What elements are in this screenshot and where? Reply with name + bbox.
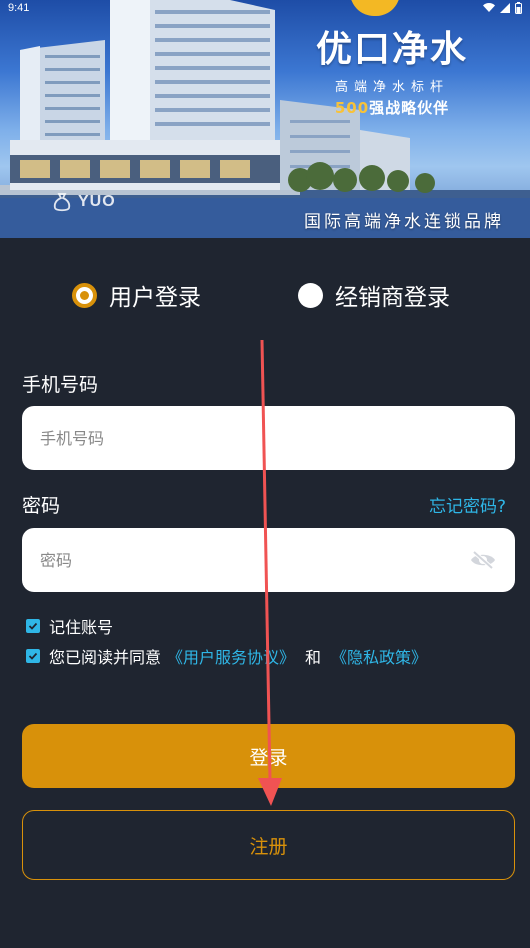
remember-account-row[interactable]: 记住账号 (26, 614, 113, 638)
dealer-login-option[interactable]: 经销商登录 (298, 278, 450, 312)
partner-number: 500 (334, 99, 370, 117)
eye-hidden-icon[interactable] (469, 549, 497, 571)
user-login-option[interactable]: 用户登录 (72, 278, 201, 312)
forgot-password-link[interactable]: 忘记密码? (429, 492, 506, 517)
partner-text: 强战略伙伴 (369, 99, 450, 117)
brand-partner: 500强战略伙伴 (292, 97, 492, 118)
check-icon (28, 622, 38, 630)
status-bar: 9:41 (0, 0, 530, 16)
password-input[interactable] (40, 550, 469, 570)
brand-slogan: 国际高端净水连锁品牌 (304, 212, 504, 232)
brand-tagline: 高端净水标杆 (334, 80, 449, 95)
yuo-logo: YUO (52, 192, 116, 212)
user-login-label: 用户登录 (109, 285, 201, 311)
login-button[interactable]: 登录 (22, 724, 515, 788)
agreement-prefix: 您已阅读并同意 (49, 648, 162, 667)
yuo-logo-text: YUO (78, 193, 116, 210)
service-agreement-link[interactable]: 《用户服务协议》 (167, 648, 295, 667)
wifi-icon (483, 3, 495, 13)
check-icon (28, 652, 38, 660)
password-field-box[interactable] (22, 528, 515, 592)
brand-name: 优口净水 (315, 29, 468, 70)
agreement-row: 您已阅读并同意 《用户服务协议》和《隐私政策》 (26, 644, 427, 668)
dealer-login-radio[interactable] (298, 282, 323, 308)
battery-icon (515, 2, 522, 14)
login-type-selector: 用户登录 经销商登录 (0, 278, 530, 312)
remember-checkbox[interactable] (26, 619, 40, 633)
user-login-radio[interactable] (72, 282, 97, 308)
status-time: 9:41 (8, 2, 30, 14)
agreement-and: 和 (305, 648, 322, 667)
phone-input[interactable] (40, 428, 497, 448)
remember-label: 记住账号 (49, 618, 114, 637)
brand-block: 优口净水 高端净水标杆 500强战略伙伴 (292, 20, 492, 118)
dealer-login-label: 经销商登录 (335, 285, 450, 311)
register-button[interactable]: 注册 (22, 810, 515, 880)
password-label: 密码 (22, 495, 61, 517)
status-icons (483, 2, 522, 14)
phone-field-box[interactable] (22, 406, 515, 470)
promo-banner: 优口净水 高端净水标杆 500强战略伙伴 YUO 国际高端净水连锁品牌 (0, 0, 530, 238)
phone-label: 手机号码 (22, 374, 99, 396)
privacy-policy-link[interactable]: 《隐私政策》 (331, 648, 427, 667)
signal-icon (500, 3, 510, 13)
agreement-checkbox[interactable] (26, 649, 40, 663)
money-bag-icon (53, 193, 71, 212)
